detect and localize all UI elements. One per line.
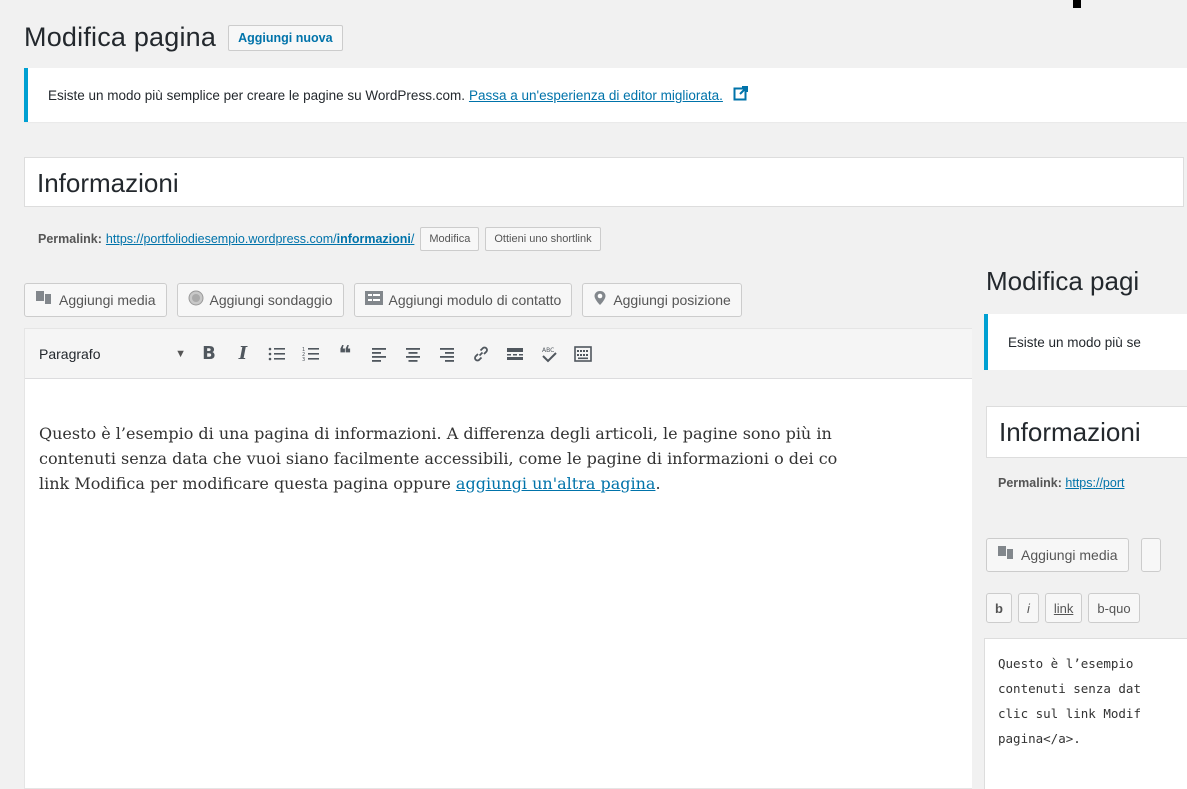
numbered-list-icon[interactable]: 123 [296, 339, 326, 369]
overlay-text-line: clic sul link Modif [998, 706, 1141, 721]
shortlink-button[interactable]: Ottieni uno shortlink [485, 227, 601, 251]
media-icon [35, 290, 53, 310]
overlay-permalink: Permalink: https://port [998, 476, 1124, 490]
permalink-row: Permalink: https://portfoliodiesempio.wo… [38, 227, 601, 251]
quicktag-bold[interactable]: b [986, 593, 1012, 623]
overlay-permalink-link[interactable]: https://port [1065, 476, 1124, 490]
media-icon [997, 545, 1015, 565]
add-media-label: Aggiungi media [59, 292, 156, 308]
format-select-value: Paragrafo [39, 345, 101, 362]
overlay-text-line: contenuti senza dat [998, 681, 1141, 696]
poll-icon [188, 290, 204, 310]
location-icon [593, 290, 607, 310]
content-line: link Modifica per modificare questa pagi… [39, 471, 969, 496]
content-text: link Modifica per modificare questa pagi… [39, 474, 456, 493]
overlay-text-line: pagina</a>. [998, 731, 1081, 746]
page: Modifica pagina Aggiungi nuova Esiste un… [0, 0, 1187, 789]
add-location-label: Aggiungi posizione [613, 292, 731, 308]
content-line: contenuti senza data che vuoi siano faci… [39, 449, 838, 468]
add-contact-form-button[interactable]: Aggiungi modulo di contatto [353, 283, 573, 317]
overlay-notice: Esiste un modo più se [984, 314, 1187, 370]
page-title: Modifica pagina [24, 22, 217, 52]
add-poll-label: Aggiungi sondaggio [209, 292, 333, 308]
overlay-text-line: Questo è l’esempio [998, 656, 1134, 671]
svg-text:3: 3 [302, 357, 305, 362]
permalink-edit-button[interactable]: Modifica [420, 227, 480, 251]
visual-editor: Paragrafo ▼ B I 123 ❝ ABC Questo è l’ese… [24, 328, 984, 789]
toolbar-toggle-icon[interactable] [568, 339, 598, 369]
corner-artifact [1073, 0, 1081, 8]
editor-toolbar: Paragrafo ▼ B I 123 ❝ ABC [25, 329, 983, 379]
italic-icon[interactable]: I [228, 339, 258, 369]
overlay-media-buttons: Aggiungi media [986, 538, 1161, 572]
spellcheck-icon[interactable]: ABC [534, 339, 564, 369]
permalink-slug: informazioni [336, 232, 411, 246]
permalink-label: Permalink: [38, 232, 102, 246]
post-title-input[interactable]: Informazioni [24, 157, 1184, 207]
quicktag-italic[interactable]: i [1017, 593, 1039, 623]
svg-text:ABC: ABC [542, 347, 554, 354]
page-heading: Modifica pagina Aggiungi nuova [24, 22, 343, 53]
align-left-icon[interactable] [364, 339, 394, 369]
permalink-base: https://portfoliodiesempio.wordpress.com… [105, 232, 337, 246]
quicktag-blockquote[interactable]: b-quo [1088, 593, 1140, 623]
align-right-icon[interactable] [432, 339, 462, 369]
content-line: Questo è l’esempio di una pagina di info… [39, 424, 832, 443]
form-icon [364, 291, 383, 309]
permalink-link[interactable]: https://portfoliodiesempio.wordpress.com… [106, 232, 414, 246]
add-media-button[interactable]: Aggiungi media [24, 283, 167, 317]
permalink-trailing: / [410, 232, 415, 246]
media-buttons: Aggiungi media Aggiungi sondaggio Aggiun… [24, 283, 742, 317]
overlay-page-title: Modifica pagi [986, 266, 1140, 296]
overlay-post-title-input[interactable]: Informazioni [986, 406, 1187, 458]
chevron-down-icon: ▼ [175, 347, 186, 360]
quicktag-link[interactable]: link [1044, 593, 1083, 623]
read-more-icon[interactable] [500, 339, 530, 369]
format-select[interactable]: Paragrafo ▼ [35, 339, 190, 369]
overlay-quicktags: b i link b-quo [986, 593, 1140, 623]
bullet-list-icon[interactable] [262, 339, 292, 369]
align-center-icon[interactable] [398, 339, 428, 369]
external-link-icon[interactable] [733, 85, 749, 106]
add-another-page-link[interactable]: aggiungi un'altra pagina [456, 474, 656, 493]
overlay-screenshot: Modifica pagi Esiste un modo più se Info… [972, 248, 1187, 789]
overlay-next-button[interactable] [1140, 538, 1161, 572]
editor-content[interactable]: Questo è l’esempio di una pagina di info… [25, 379, 983, 496]
add-new-button[interactable]: Aggiungi nuova [228, 24, 343, 51]
notice-text: Esiste un modo più semplice per creare l… [48, 87, 465, 103]
overlay-add-media-button[interactable]: Aggiungi media [986, 538, 1129, 572]
add-poll-button[interactable]: Aggiungi sondaggio [176, 283, 344, 317]
add-contact-form-label: Aggiungi modulo di contatto [388, 292, 562, 308]
bold-icon[interactable]: B [194, 339, 224, 369]
notice-link[interactable]: Passa a un'esperienza di editor migliora… [469, 88, 723, 103]
overlay-add-media-label: Aggiungi media [1021, 547, 1118, 563]
content-text: . [655, 474, 661, 493]
link-icon[interactable] [466, 339, 496, 369]
editor-notice: Esiste un modo più semplice per creare l… [24, 68, 1187, 122]
overlay-permalink-label: Permalink: [998, 476, 1062, 490]
overlay-text-editor[interactable]: Questo è l’esempio contenuti senza dat c… [984, 638, 1187, 789]
blockquote-icon[interactable]: ❝ [330, 339, 360, 369]
add-location-button[interactable]: Aggiungi posizione [582, 283, 742, 317]
